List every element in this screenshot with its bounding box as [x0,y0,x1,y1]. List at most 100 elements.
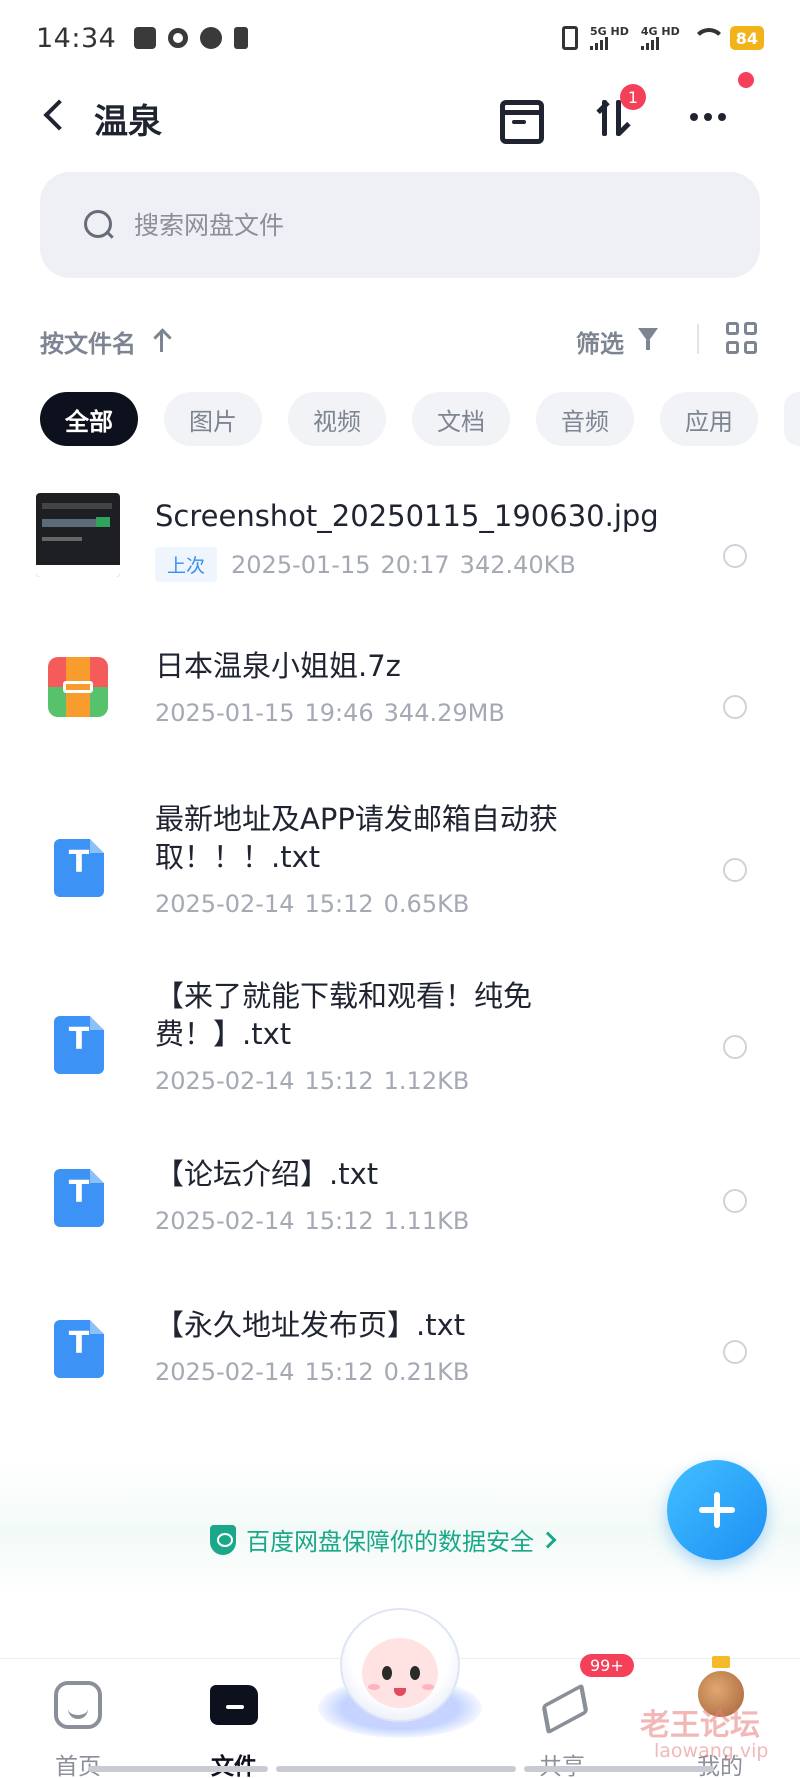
image-thumbnail [36,493,120,577]
tab-more-partial[interactable] [784,392,800,446]
file-date: 2025-02-14 [155,1358,295,1386]
category-tabs: 全部 图片 视频 文档 音频 应用 [40,392,800,446]
file-date: 2025-02-14 [155,1067,295,1095]
last-opened-tag: 上次 [155,547,218,582]
sort-ascending-icon[interactable] [152,326,172,352]
file-size: 1.12KB [383,1067,470,1095]
archive-icon[interactable] [496,94,544,144]
file-time: 15:12 [304,1207,374,1235]
select-checkbox[interactable] [723,1340,747,1364]
signal-4g: 4G HD [640,25,680,50]
file-date: 2025-02-14 [155,890,295,918]
txt-file-icon: T [36,1002,120,1086]
nav-home-label: 首页 [55,1754,101,1778]
status-time: 14:34 [36,22,117,54]
file-row[interactable]: T 【永久地址发布页】.txt 2025-02-14 15:12 0.21KB [0,1306,800,1416]
wifi-icon [691,28,726,48]
ai-assistant-mascot[interactable] [318,1608,482,1738]
add-button[interactable] [667,1460,767,1560]
filter-button[interactable]: 筛选 [576,324,624,359]
home-indicator [276,1766,516,1772]
file-row[interactable]: Screenshot_20250115_190630.jpg 上次 2025-0… [0,493,800,603]
folder-icon [210,1685,258,1725]
file-time: 15:12 [304,890,374,918]
divider [697,324,699,354]
battery-saver-icon [234,27,249,49]
file-name: 日本温泉小姐姐.7z [155,649,401,683]
tab-audio[interactable]: 音频 [536,392,634,446]
file-meta: 2025-02-14 15:12 1.11KB [155,1207,469,1235]
network-label-4g: 4G HD [640,25,680,38]
file-row[interactable]: 日本温泉小姐姐.7z 2025-01-15 19:46 344.29MB [0,645,800,755]
paper-plane-icon [538,1683,584,1727]
file-size: 344.29MB [383,699,505,727]
file-meta: 2025-02-14 15:12 1.12KB [155,1067,469,1095]
file-size: 342.40KB [459,550,576,579]
file-name: 【论坛介绍】.txt [155,1157,379,1191]
watermark-url: laowang.vip [654,1740,769,1762]
select-checkbox[interactable] [723,858,747,882]
file-size: 0.65KB [383,890,470,918]
sort-filter-row: 按文件名 筛选 [0,320,800,360]
file-name: Screenshot_20250115_190630.jpg [155,499,659,533]
status-bar: 14:34 5G HD 4G HD 84 [0,0,800,76]
signal-bars-icon [640,37,659,50]
home-icon [54,1681,102,1729]
file-meta: 2025-02-14 15:12 0.21KB [155,1358,469,1386]
tab-apps[interactable]: 应用 [660,392,758,446]
security-notice-link[interactable]: 百度网盘保障你的数据安全 [210,1522,557,1557]
tab-documents[interactable]: 文档 [412,392,510,446]
sort-by-name-button[interactable]: 按文件名 [40,324,136,359]
select-checkbox[interactable] [723,1035,747,1059]
status-notification-icons [134,27,249,49]
file-time: 15:12 [304,1358,374,1386]
chevron-right-icon [539,1531,557,1548]
back-arrow-icon[interactable] [40,102,68,130]
txt-file-icon: T [36,1306,120,1390]
file-date: 2025-01-15 [155,699,295,727]
select-checkbox[interactable] [723,544,747,568]
select-checkbox[interactable] [723,1189,747,1213]
file-date: 2025-02-14 [155,1207,295,1235]
file-time: 15:12 [304,1067,374,1095]
notification-dot [738,72,754,88]
settings-icon [168,28,189,48]
file-row[interactable]: T 最新地址及APP请发邮箱自动获取！！！.txt 2025-02-14 15:… [0,800,800,950]
search-input[interactable] [134,210,694,240]
watermark: 老王论坛 [640,1708,760,1743]
home-indicator [88,1766,268,1772]
select-checkbox[interactable] [723,695,747,719]
file-date: 2025-01-15 [231,550,371,579]
tab-all[interactable]: 全部 [40,392,138,446]
network-label-5g: 5G HD [590,25,629,38]
battery-level: 84 [729,26,764,50]
app-header: 温泉 1 [0,80,800,152]
message-icon [200,27,223,49]
file-meta: 2025-02-14 15:12 0.65KB [155,890,469,918]
more-options-icon[interactable] [690,94,736,140]
file-size: 0.21KB [383,1358,470,1386]
page-title: 温泉 [94,102,162,142]
home-indicator [524,1766,714,1772]
file-size: 1.11KB [383,1207,470,1235]
shield-icon [210,1524,236,1555]
app-notification-icon [134,27,157,49]
filter-icon[interactable] [638,328,666,352]
crown-icon [712,1656,730,1668]
search-bar[interactable] [40,172,760,278]
txt-file-icon: T [36,825,120,909]
file-row[interactable]: T 【来了就能下载和观看！纯免费！】.txt 2025-02-14 15:12 … [0,977,800,1127]
file-meta: 上次 2025-01-15 20:17 342.40KB [155,547,576,582]
signal-bars-icon [590,37,609,50]
tab-images[interactable]: 图片 [164,392,262,446]
file-row[interactable]: T 【论坛介绍】.txt 2025-02-14 15:12 1.11KB [0,1155,800,1265]
security-notice-text: 百度网盘保障你的数据安全 [246,1528,534,1556]
status-right-icons: 5G HD 4G HD 84 [562,26,764,50]
grid-view-icon[interactable] [726,322,758,354]
nav-share-label: 共享 [502,1747,622,1778]
file-name: 【永久地址发布页】.txt [155,1308,466,1342]
file-name: 【来了就能下载和观看！纯免费！】.txt [155,979,533,1051]
transfer-count-badge: 1 [620,84,646,110]
file-meta: 2025-01-15 19:46 344.29MB [155,699,505,727]
tab-videos[interactable]: 视频 [288,392,386,446]
